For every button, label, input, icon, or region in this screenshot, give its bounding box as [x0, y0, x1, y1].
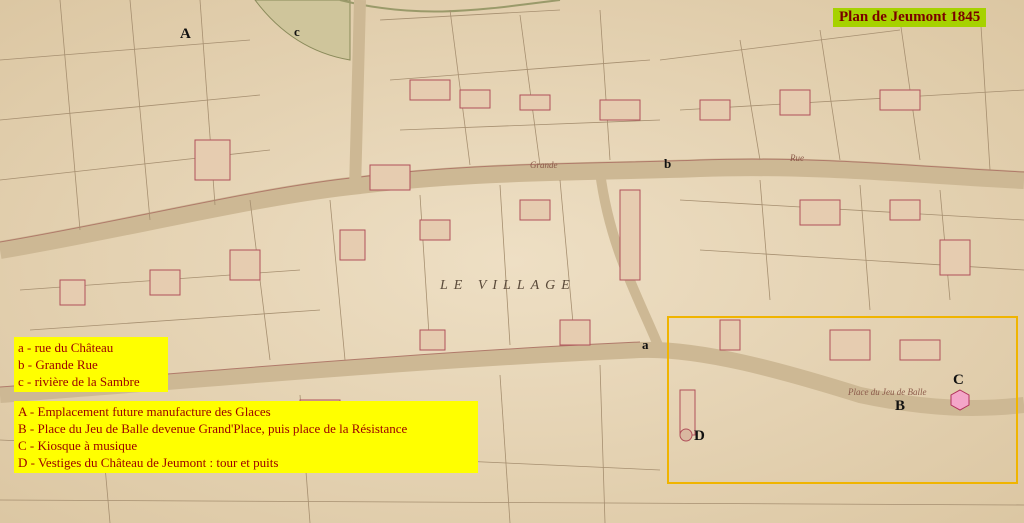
grand-place-highlight	[667, 316, 1018, 484]
legend-place-D: D - Vestiges du Château de Jeumont : tou…	[18, 455, 279, 470]
legend-place-C: C - Kiosque à musique	[18, 438, 138, 453]
legend-street-a: a - rue du Château	[18, 340, 114, 355]
map-title: Plan de Jeumont 1845	[833, 8, 987, 27]
north-road	[349, 0, 366, 191]
label-b: b	[664, 156, 672, 171]
legend-place-A: A - Emplacement future manufacture des G…	[18, 404, 271, 419]
legend-place-B: B - Place du Jeu de Balle devenue Grand'…	[18, 421, 408, 436]
legend-places: A - Emplacement future manufacture des G…	[14, 401, 478, 473]
street-place: Place du Jeu de Balle	[848, 387, 927, 397]
label-A: A	[180, 26, 191, 42]
legend-streets: a - rue du Château b - Grande Rue c - ri…	[14, 337, 168, 392]
village-label: LE VILLAGE	[440, 278, 576, 293]
label-c: c	[294, 24, 300, 39]
label-D: D	[694, 428, 705, 444]
label-a: a	[642, 337, 649, 352]
label-C: C	[953, 372, 964, 388]
street-grande: Grande	[530, 160, 558, 170]
label-B: B	[895, 398, 906, 414]
legend-street-c: c - rivière de la Sambre	[18, 374, 140, 389]
legend-street-b: b - Grande Rue	[18, 357, 98, 372]
street-rue: Rue	[790, 153, 804, 163]
cadastral-map: Plan de Jeumont 1845 A c b a B C D LE VI…	[0, 0, 1024, 523]
